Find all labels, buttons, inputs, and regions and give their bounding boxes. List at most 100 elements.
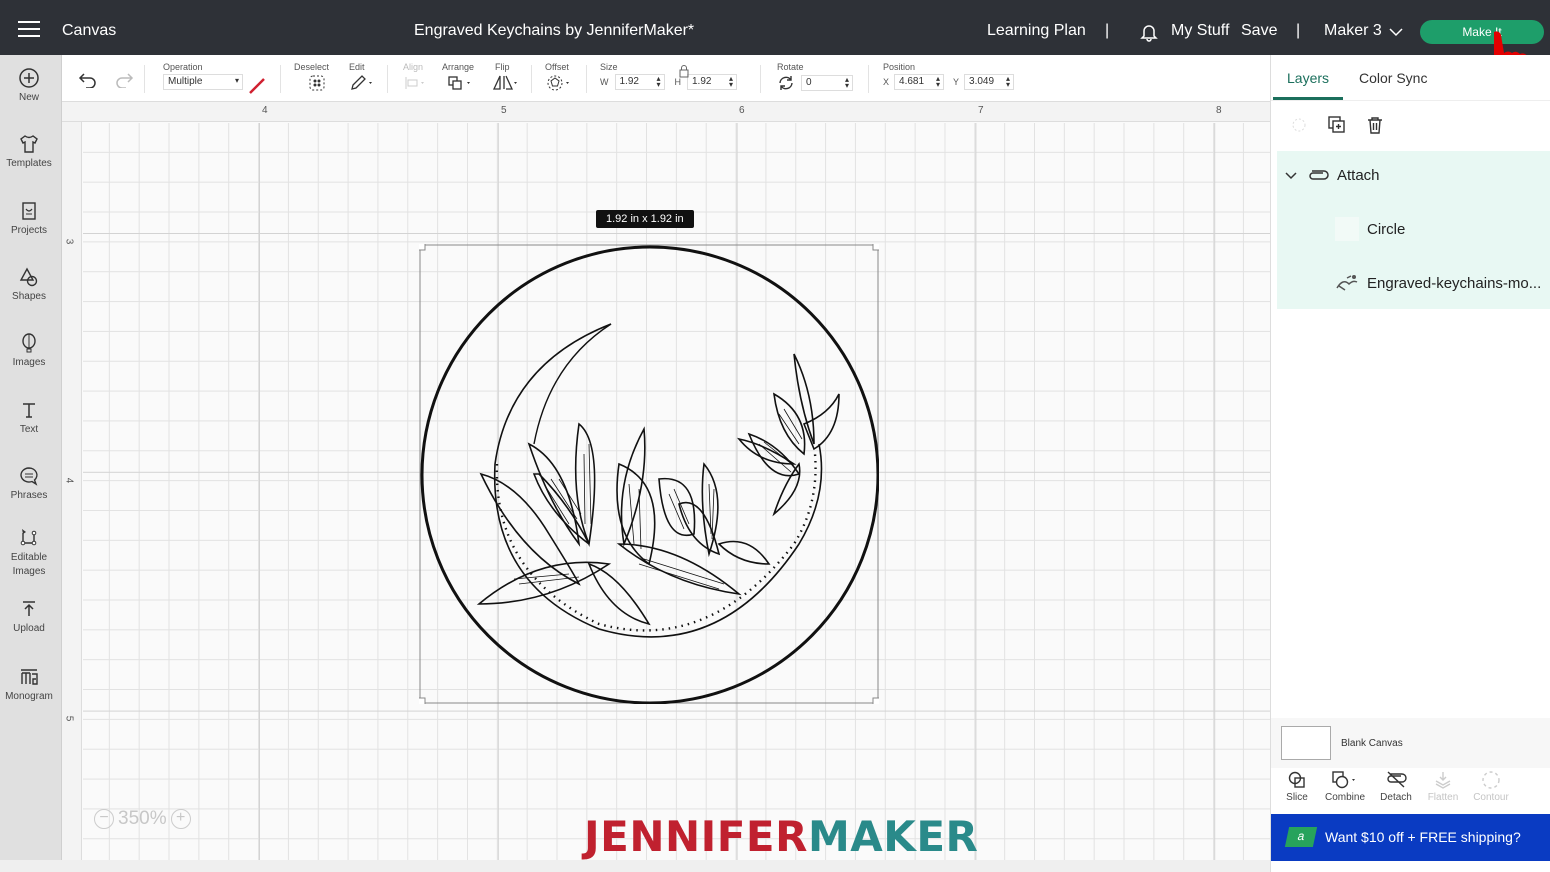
- width-label: W: [600, 77, 609, 87]
- design-canvas[interactable]: 4 5 6 7 8 3 4 5 1.92 in x 1.92 in − 350%…: [62, 102, 1270, 860]
- sidebar-item-images[interactable]: Images: [0, 332, 58, 368]
- detach-button[interactable]: Detach: [1372, 770, 1420, 803]
- machine-select[interactable]: Maker 3: [1324, 22, 1382, 40]
- combine-icon: [1332, 771, 1355, 789]
- zoom-out-button[interactable]: −: [94, 809, 114, 829]
- blank-canvas-swatch[interactable]: [1281, 726, 1331, 760]
- resize-handle[interactable]: [872, 244, 879, 251]
- layer-tools: [1271, 111, 1550, 145]
- contour-label: Contour: [1473, 792, 1509, 803]
- bottom-strip: [0, 860, 1270, 872]
- zoom-control: − 350% +: [94, 808, 191, 830]
- save-button[interactable]: Save: [1241, 22, 1277, 40]
- operation-select[interactable]: Multiple ▾: [163, 74, 243, 90]
- resize-handle[interactable]: [872, 697, 879, 704]
- chevron-down-icon[interactable]: [1389, 27, 1403, 37]
- speech-bubble-icon: [20, 467, 38, 486]
- flip-icon: [492, 75, 517, 90]
- combine-button[interactable]: Combine: [1321, 770, 1369, 803]
- sidebar-item-label: New: [18, 92, 39, 103]
- edit-button[interactable]: Edit: [349, 62, 375, 94]
- group-icon[interactable]: [1289, 115, 1309, 135]
- duplicate-icon[interactable]: [1327, 115, 1347, 135]
- jennifermaker-watermark: JENNIFERMAKER: [584, 812, 978, 860]
- resize-handle[interactable]: [419, 697, 426, 704]
- ruler-tick-label: 7: [978, 105, 984, 116]
- learning-plan-link[interactable]: Learning Plan: [987, 22, 1086, 40]
- shapes-icon: [19, 267, 38, 287]
- rotate-input[interactable]: 0 ▴ ▾: [801, 75, 853, 91]
- width-value: 1.92: [619, 76, 639, 87]
- flatten-icon: [1435, 772, 1451, 789]
- align-button[interactable]: Align: [403, 62, 429, 94]
- y-input[interactable]: 3.049 ▴ ▾: [964, 74, 1015, 90]
- tab-layers[interactable]: Layers: [1287, 70, 1329, 86]
- contour-button[interactable]: Contour: [1467, 770, 1515, 803]
- sidebar-item-label: Images: [12, 357, 46, 368]
- editable-images-icon: [20, 529, 37, 546]
- promo-banner[interactable]: a Want $10 off + FREE shipping?: [1271, 814, 1550, 861]
- dimension-tooltip: 1.92 in x 1.92 in: [596, 210, 694, 228]
- flatten-label: Flatten: [1427, 792, 1459, 803]
- bell-icon[interactable]: [1139, 22, 1159, 42]
- resize-handle[interactable]: [419, 244, 426, 251]
- ruler-tick-label: 5: [63, 715, 75, 722]
- sidebar-item-label: Text: [19, 424, 39, 435]
- flatten-button[interactable]: Flatten: [1419, 770, 1467, 803]
- combine-label: Combine: [1324, 792, 1366, 803]
- layer-thumbnail-artwork: [1336, 275, 1358, 291]
- ruler-tick-label: 4: [63, 477, 75, 484]
- height-input[interactable]: 1.92 ▴ ▾: [687, 74, 737, 90]
- slice-button[interactable]: Slice: [1273, 770, 1321, 803]
- separator: |: [1105, 22, 1110, 39]
- offset-button[interactable]: Offset: [545, 62, 575, 94]
- sidebar-item-text[interactable]: Text: [0, 399, 58, 435]
- document-title[interactable]: Engraved Keychains by JenniferMaker*: [414, 22, 694, 40]
- zoom-in-button[interactable]: +: [170, 809, 191, 829]
- sidebar-item-monogram[interactable]: Monogram: [0, 666, 58, 702]
- blank-canvas-row[interactable]: Blank Canvas: [1271, 718, 1550, 768]
- sidebar-item-upload[interactable]: Upload: [0, 598, 58, 634]
- undo-icon[interactable]: [78, 72, 98, 88]
- width-input[interactable]: 1.92 ▴ ▾: [614, 74, 665, 90]
- sidebar-item-phrases[interactable]: Phrases: [0, 465, 58, 501]
- redo-icon[interactable]: [114, 72, 134, 88]
- arrange-label: Arrange: [442, 62, 475, 72]
- menu-icon[interactable]: [18, 21, 40, 37]
- chevron-down-icon[interactable]: [1285, 172, 1297, 180]
- sidebar-item-new[interactable]: New: [0, 67, 58, 103]
- arrange-button[interactable]: Arrange: [442, 62, 476, 94]
- app-title: Canvas: [62, 22, 117, 39]
- flip-button[interactable]: Flip: [492, 62, 519, 94]
- pen-color-swatch-icon[interactable]: [248, 77, 266, 95]
- text-icon: [23, 403, 35, 418]
- paperclip-icon: [1309, 170, 1329, 180]
- separator: |: [1296, 22, 1301, 39]
- trash-icon[interactable]: [1365, 115, 1385, 135]
- sidebar-item-label: Phrases: [10, 490, 48, 501]
- sidebar-item-label: Monogram: [5, 691, 53, 702]
- tab-color-sync[interactable]: Color Sync: [1359, 70, 1427, 86]
- operation-group: Operation Multiple ▾: [163, 62, 243, 90]
- size-group: Size W 1.92 ▴ ▾ H 1.92 ▴ ▾: [600, 62, 737, 90]
- sidebar-item-templates[interactable]: Templates: [0, 133, 58, 169]
- layer-name: Attach: [1337, 167, 1380, 184]
- arrange-icon: [448, 76, 470, 90]
- deselect-icon: [309, 75, 324, 91]
- deselect-button[interactable]: Deselect: [294, 62, 329, 94]
- align-label: Align: [403, 62, 424, 72]
- sidebar-item-label: Templates: [6, 158, 52, 169]
- operation-value: Multiple: [168, 76, 203, 87]
- contour-icon: [1482, 771, 1500, 789]
- my-stuff-link[interactable]: My Stuff: [1171, 22, 1229, 40]
- hatching: [513, 408, 803, 590]
- sidebar-item-shapes[interactable]: Shapes: [0, 266, 58, 302]
- sidebar-item-editable-images[interactable]: Editable Images: [0, 526, 58, 579]
- offset-icon: [547, 75, 569, 91]
- x-input[interactable]: 4.681 ▴ ▾: [894, 74, 945, 90]
- lock-icon[interactable]: [678, 64, 690, 78]
- sidebar-item-projects[interactable]: Projects: [0, 200, 58, 236]
- keychain-design[interactable]: [419, 244, 879, 704]
- left-sidebar: New Templates Projects Shapes Images Tex…: [0, 55, 62, 872]
- ruler-tick-label: 6: [739, 105, 745, 116]
